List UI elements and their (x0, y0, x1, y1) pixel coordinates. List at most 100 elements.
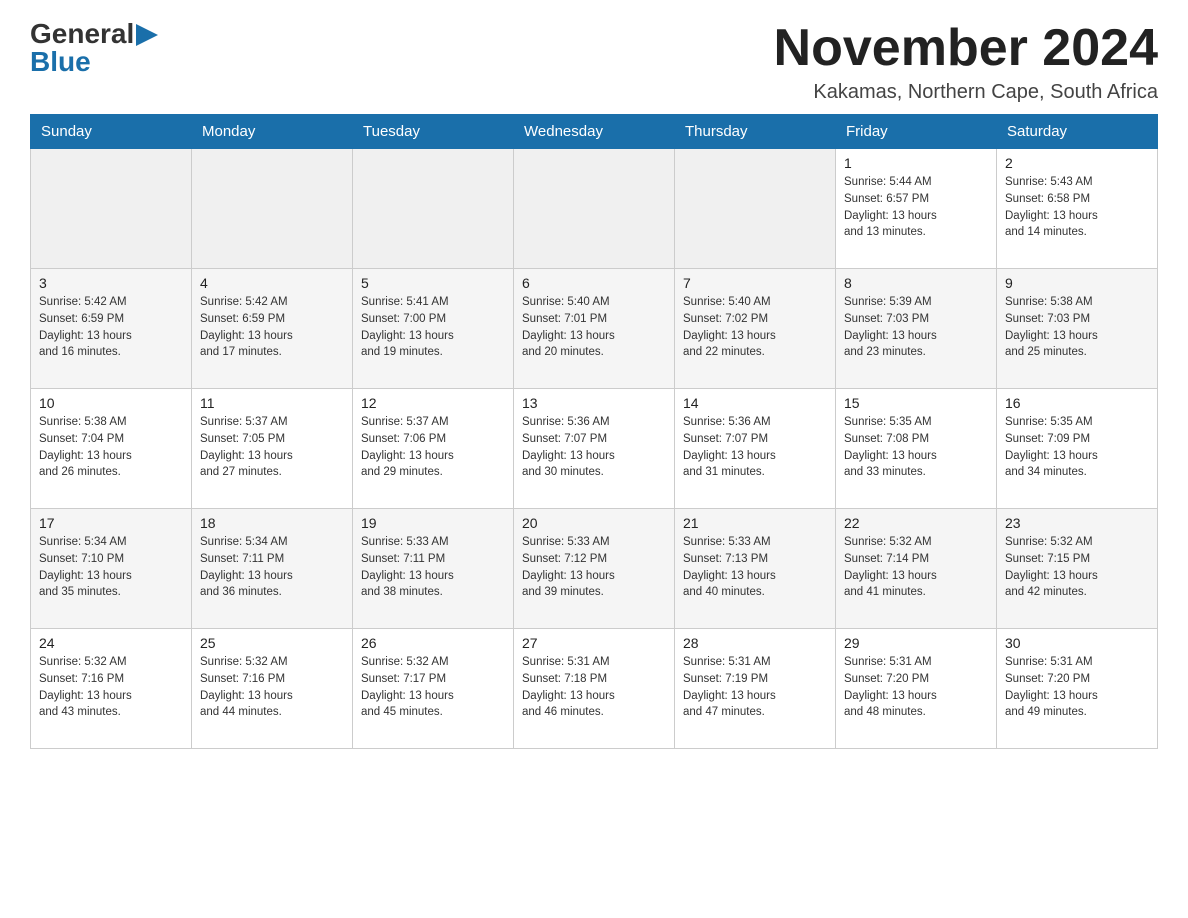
header-sunday: Sunday (31, 115, 192, 149)
calendar-cell (192, 149, 353, 269)
day-number: 28 (683, 635, 827, 651)
calendar-cell: 2Sunrise: 5:43 AM Sunset: 6:58 PM Daylig… (997, 149, 1158, 269)
header-monday: Monday (192, 115, 353, 149)
day-number: 8 (844, 275, 988, 291)
calendar-cell (514, 149, 675, 269)
day-info: Sunrise: 5:42 AM Sunset: 6:59 PM Dayligh… (200, 294, 344, 361)
day-info: Sunrise: 5:35 AM Sunset: 7:08 PM Dayligh… (844, 414, 988, 481)
calendar-cell: 14 Sunrise: 5:36 AM Sunset: 7:07 PM Dayli… (675, 389, 836, 509)
calendar-cell: 8 Sunrise: 5:39 AM Sunset: 7:03 PM Daylig… (836, 269, 997, 389)
calendar-cell: 10 Sunrise: 5:38 AM Sunset: 7:04 PM Dayli… (31, 389, 192, 509)
day-info: Sunrise: 5:31 AM Sunset: 7:20 PM Dayligh… (844, 654, 988, 721)
calendar-week-row: 24 Sunrise: 5:32 AM Sunset: 7:16 PM Dayli… (31, 629, 1158, 749)
day-number: 4 (200, 275, 344, 291)
day-number: 22 (844, 515, 988, 531)
day-number: 11 (200, 395, 344, 411)
day-number: 29 (844, 635, 988, 651)
day-number: 1 (844, 155, 988, 171)
day-info: Sunrise: 5:32 AM Sunset: 7:16 PM Dayligh… (200, 654, 344, 721)
day-info: Sunrise: 5:44 AM Sunset: 6:57 PM Dayligh… (844, 174, 988, 241)
calendar-week-row: 10 Sunrise: 5:38 AM Sunset: 7:04 PM Dayli… (31, 389, 1158, 509)
calendar-cell: 13 Sunrise: 5:36 AM Sunset: 7:07 PM Dayli… (514, 389, 675, 509)
calendar-cell: 9 Sunrise: 5:38 AM Sunset: 7:03 PM Daylig… (997, 269, 1158, 389)
month-title: November 2024 (774, 20, 1158, 77)
calendar-week-row: 17 Sunrise: 5:34 AM Sunset: 7:10 PM Dayli… (31, 509, 1158, 629)
day-number: 23 (1005, 515, 1149, 531)
day-number: 17 (39, 515, 183, 531)
location-text: Kakamas, Northern Cape, South Africa (774, 81, 1158, 104)
day-info: Sunrise: 5:31 AM Sunset: 7:19 PM Dayligh… (683, 654, 827, 721)
calendar-cell: 11 Sunrise: 5:37 AM Sunset: 7:05 PM Dayli… (192, 389, 353, 509)
day-number: 5 (361, 275, 505, 291)
day-number: 25 (200, 635, 344, 651)
calendar-cell (353, 149, 514, 269)
day-info: Sunrise: 5:36 AM Sunset: 7:07 PM Dayligh… (522, 414, 666, 481)
day-info: Sunrise: 5:33 AM Sunset: 7:13 PM Dayligh… (683, 534, 827, 601)
day-number: 24 (39, 635, 183, 651)
day-info: Sunrise: 5:38 AM Sunset: 7:03 PM Dayligh… (1005, 294, 1149, 361)
day-number: 21 (683, 515, 827, 531)
day-info: Sunrise: 5:37 AM Sunset: 7:05 PM Dayligh… (200, 414, 344, 481)
day-info: Sunrise: 5:32 AM Sunset: 7:14 PM Dayligh… (844, 534, 988, 601)
calendar-cell (675, 149, 836, 269)
day-number: 3 (39, 275, 183, 291)
day-info: Sunrise: 5:34 AM Sunset: 7:11 PM Dayligh… (200, 534, 344, 601)
day-info: Sunrise: 5:37 AM Sunset: 7:06 PM Dayligh… (361, 414, 505, 481)
day-number: 12 (361, 395, 505, 411)
calendar-cell: 22 Sunrise: 5:32 AM Sunset: 7:14 PM Dayli… (836, 509, 997, 629)
calendar-cell: 17 Sunrise: 5:34 AM Sunset: 7:10 PM Dayli… (31, 509, 192, 629)
header-saturday: Saturday (997, 115, 1158, 149)
day-info: Sunrise: 5:40 AM Sunset: 7:01 PM Dayligh… (522, 294, 666, 361)
day-info: Sunrise: 5:35 AM Sunset: 7:09 PM Dayligh… (1005, 414, 1149, 481)
day-number: 26 (361, 635, 505, 651)
day-number: 10 (39, 395, 183, 411)
calendar-cell: 29 Sunrise: 5:31 AM Sunset: 7:20 PM Dayli… (836, 629, 997, 749)
calendar-cell: 20 Sunrise: 5:33 AM Sunset: 7:12 PM Dayli… (514, 509, 675, 629)
day-number: 20 (522, 515, 666, 531)
day-number: 27 (522, 635, 666, 651)
calendar-cell: 4 Sunrise: 5:42 AM Sunset: 6:59 PM Daylig… (192, 269, 353, 389)
calendar-cell: 27Sunrise: 5:31 AM Sunset: 7:18 PM Dayli… (514, 629, 675, 749)
header-wednesday: Wednesday (514, 115, 675, 149)
day-number: 30 (1005, 635, 1149, 651)
logo-general-text: General (30, 20, 134, 48)
calendar-cell: 23 Sunrise: 5:32 AM Sunset: 7:15 PM Dayli… (997, 509, 1158, 629)
calendar-cell: 16 Sunrise: 5:35 AM Sunset: 7:09 PM Dayli… (997, 389, 1158, 509)
day-number: 16 (1005, 395, 1149, 411)
day-number: 13 (522, 395, 666, 411)
calendar-cell: 25 Sunrise: 5:32 AM Sunset: 7:16 PM Dayli… (192, 629, 353, 749)
page-header: General Blue November 2024 Kakamas, Nort… (30, 20, 1158, 104)
day-info: Sunrise: 5:42 AM Sunset: 6:59 PM Dayligh… (39, 294, 183, 361)
calendar-cell: 18Sunrise: 5:34 AM Sunset: 7:11 PM Dayli… (192, 509, 353, 629)
calendar-cell: 6Sunrise: 5:40 AM Sunset: 7:01 PM Daylig… (514, 269, 675, 389)
day-info: Sunrise: 5:39 AM Sunset: 7:03 PM Dayligh… (844, 294, 988, 361)
day-info: Sunrise: 5:38 AM Sunset: 7:04 PM Dayligh… (39, 414, 183, 481)
day-info: Sunrise: 5:43 AM Sunset: 6:58 PM Dayligh… (1005, 174, 1149, 241)
day-info: Sunrise: 5:32 AM Sunset: 7:15 PM Dayligh… (1005, 534, 1149, 601)
calendar-table: SundayMondayTuesdayWednesdayThursdayFrid… (30, 114, 1158, 749)
day-info: Sunrise: 5:36 AM Sunset: 7:07 PM Dayligh… (683, 414, 827, 481)
calendar-week-row: 1 Sunrise: 5:44 AM Sunset: 6:57 PM Daylig… (31, 149, 1158, 269)
calendar-week-row: 3 Sunrise: 5:42 AM Sunset: 6:59 PM Daylig… (31, 269, 1158, 389)
day-number: 14 (683, 395, 827, 411)
logo-blue-text: Blue (30, 48, 91, 76)
calendar-header-row: SundayMondayTuesdayWednesdayThursdayFrid… (31, 115, 1158, 149)
day-info: Sunrise: 5:32 AM Sunset: 7:16 PM Dayligh… (39, 654, 183, 721)
day-info: Sunrise: 5:33 AM Sunset: 7:12 PM Dayligh… (522, 534, 666, 601)
day-info: Sunrise: 5:41 AM Sunset: 7:00 PM Dayligh… (361, 294, 505, 361)
day-number: 7 (683, 275, 827, 291)
header-tuesday: Tuesday (353, 115, 514, 149)
calendar-cell: 15Sunrise: 5:35 AM Sunset: 7:08 PM Dayli… (836, 389, 997, 509)
calendar-cell: 7 Sunrise: 5:40 AM Sunset: 7:02 PM Daylig… (675, 269, 836, 389)
calendar-cell: 21 Sunrise: 5:33 AM Sunset: 7:13 PM Dayli… (675, 509, 836, 629)
calendar-cell: 26 Sunrise: 5:32 AM Sunset: 7:17 PM Dayli… (353, 629, 514, 749)
day-info: Sunrise: 5:40 AM Sunset: 7:02 PM Dayligh… (683, 294, 827, 361)
day-number: 9 (1005, 275, 1149, 291)
day-number: 19 (361, 515, 505, 531)
day-info: Sunrise: 5:32 AM Sunset: 7:17 PM Dayligh… (361, 654, 505, 721)
calendar-cell (31, 149, 192, 269)
day-info: Sunrise: 5:34 AM Sunset: 7:10 PM Dayligh… (39, 534, 183, 601)
calendar-cell: 3 Sunrise: 5:42 AM Sunset: 6:59 PM Daylig… (31, 269, 192, 389)
calendar-cell: 24 Sunrise: 5:32 AM Sunset: 7:16 PM Dayli… (31, 629, 192, 749)
calendar-cell: 30Sunrise: 5:31 AM Sunset: 7:20 PM Dayli… (997, 629, 1158, 749)
